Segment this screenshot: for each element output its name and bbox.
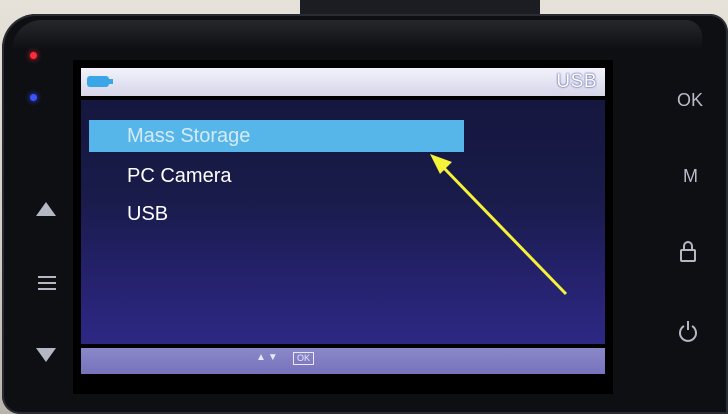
annotation-arrow-icon: [430, 154, 568, 296]
